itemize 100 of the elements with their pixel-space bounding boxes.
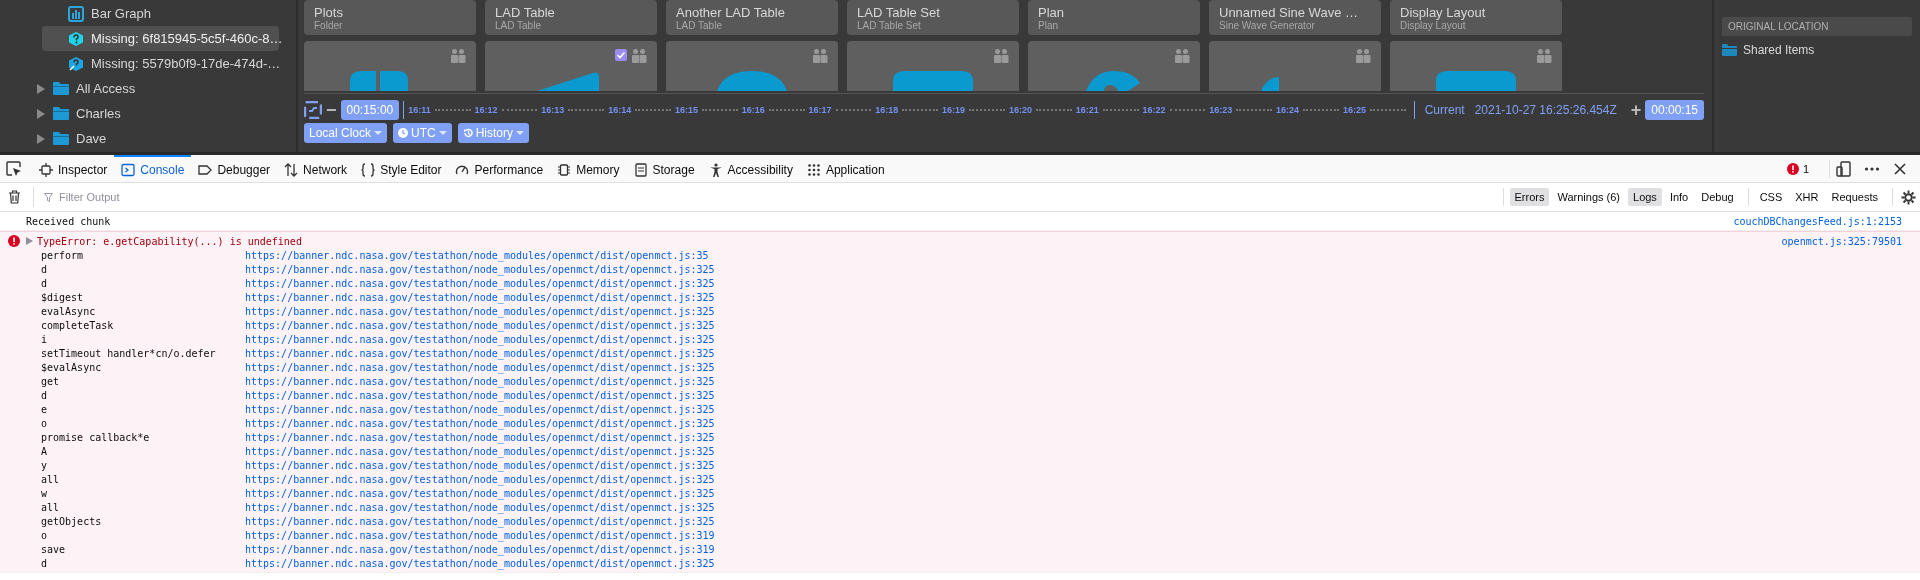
card-type: Folder — [314, 19, 344, 31]
responsive-icon[interactable] — [1836, 160, 1852, 177]
tick-label: 16:24 — [1276, 105, 1300, 115]
stack-link[interactable]: https://banner.ndc.nasa.gov/testathon/node_modules/openmct/dist/openmct.js:325 — [245, 403, 715, 415]
stack-link[interactable]: https://banner.ndc.nasa.gov/testathon/node_modules/openmct/dist/openmct.js:325 — [245, 347, 715, 359]
caret-icon — [516, 130, 525, 136]
location-link[interactable]: Shared Items — [1743, 43, 1815, 57]
filter-toggle[interactable]: Warnings (6) — [1552, 188, 1625, 206]
expand-arrow-icon[interactable] — [36, 83, 46, 94]
stack-link[interactable]: https://banner.ndc.nasa.gov/testathon/node_modules/openmct/dist/openmct.js:325 — [245, 445, 715, 457]
thumbnail-card[interactable] — [847, 41, 1019, 91]
card-title: LAD Table — [495, 4, 556, 20]
expand-arrow-icon[interactable] — [36, 133, 46, 144]
object-type-icon — [717, 71, 787, 91]
stack-link[interactable]: https://banner.ndc.nasa.gov/testathon/node_modules/openmct/dist/openmct.js:325 — [245, 333, 715, 345]
thumbnail-card[interactable] — [666, 41, 838, 91]
filter-toggle[interactable]: Debug — [1696, 188, 1739, 206]
stack-link[interactable]: https://banner.ndc.nasa.gov/testathon/node_modules/openmct/dist/openmct.js:325 — [245, 459, 715, 471]
folder-icon — [1722, 44, 1737, 56]
object-card[interactable]: Another LAD Table LAD Table — [666, 0, 838, 35]
stack-link[interactable]: https://banner.ndc.nasa.gov/testathon/node_modules/openmct/dist/openmct.js:319 — [245, 543, 715, 555]
stack-link[interactable]: https://banner.ndc.nasa.gov/testathon/node_modules/openmct/dist/openmct.js:325 — [245, 557, 715, 569]
people-icon — [1174, 49, 1190, 63]
expand-arrow-icon[interactable] — [26, 237, 33, 245]
function-name: e — [41, 403, 49, 415]
stack-link[interactable]: https://banner.ndc.nasa.gov/testathon/node_modules/openmct/dist/openmct.js:325 — [245, 361, 715, 373]
filter-toggle[interactable]: Errors — [1509, 188, 1550, 206]
thumbnail-card[interactable] — [304, 41, 476, 91]
stack-link[interactable]: https://banner.ndc.nasa.gov/testathon/node_modules/openmct/dist/openmct.js:325 — [245, 375, 715, 387]
stack-link[interactable]: https://banner.ndc.nasa.gov/testathon/node_modules/openmct/dist/openmct.js:325 — [245, 473, 715, 485]
filter-toggle[interactable]: Requests — [1826, 188, 1883, 206]
devtools-tab[interactable]: Inspector — [32, 155, 115, 182]
stack-link[interactable]: https://banner.ndc.nasa.gov/testathon/node_modules/openmct/dist/openmct.js:325 — [245, 515, 715, 527]
stack-link[interactable]: https://banner.ndc.nasa.gov/testathon/node_modules/openmct/dist/openmct.js:325 — [245, 431, 715, 443]
object-card[interactable]: Display Layout Display Layout — [1390, 0, 1562, 35]
devtools-tab[interactable]: Style Editor — [354, 155, 449, 182]
checkbox-icon[interactable] — [615, 49, 627, 61]
tick-label: 16:16 — [741, 105, 765, 115]
stack-link[interactable]: https://banner.ndc.nasa.gov/testathon/node_modules/openmct/dist/openmct.js:325 — [245, 263, 715, 275]
devtools-tab[interactable]: Memory — [550, 155, 627, 182]
object-card[interactable]: Plan Plan — [1028, 0, 1200, 35]
close-icon[interactable] — [1892, 160, 1908, 177]
stack-link[interactable]: https://banner.ndc.nasa.gov/testathon/node_modules/openmct/dist/openmct.js:319 — [245, 529, 715, 541]
grid-icon — [806, 162, 821, 177]
function-name: evalAsync — [41, 305, 97, 317]
source-link[interactable]: couchDBChangesFeed.js:1:2153 — [1733, 215, 1902, 227]
object-card[interactable]: Unnamed Sine Wave … Sine Wave Generator — [1209, 0, 1381, 35]
trash-icon[interactable] — [8, 190, 21, 204]
expand-arrow-icon[interactable] — [36, 108, 46, 119]
section-header: ORIGINAL LOCATION — [1722, 17, 1912, 36]
tree-item[interactable]: Charles — [0, 101, 296, 126]
error-count[interactable]: 1 — [1802, 162, 1809, 175]
card-title: Plots — [314, 4, 344, 20]
filter-toggle[interactable]: XHR — [1790, 188, 1824, 206]
devtools-tab[interactable]: Accessibility — [701, 155, 800, 182]
time-mode-icon[interactable] — [304, 101, 322, 119]
function-name: d — [41, 389, 49, 401]
thumbnail-card[interactable] — [1209, 41, 1381, 91]
filter-field[interactable]: Filter Output — [57, 190, 361, 204]
stack-link[interactable]: https://banner.ndc.nasa.gov/testathon/node_modules/openmct/dist/openmct.js:325 — [245, 277, 715, 289]
source-link[interactable]: openmct.js:325:79501 — [1781, 235, 1902, 247]
thumbnail-card[interactable] — [485, 41, 657, 91]
function-name: promise callback*e — [41, 431, 151, 443]
bar-chart-icon — [68, 5, 84, 22]
filter-toggle[interactable]: Logs — [1628, 188, 1662, 206]
stack-link[interactable]: https://banner.ndc.nasa.gov/testathon/node_modules/openmct/dist/openmct.js:325 — [245, 291, 715, 303]
thumbnail-card[interactable] — [1390, 41, 1562, 91]
devtools-tab[interactable]: Performance — [448, 155, 551, 182]
devtools-tab[interactable]: Network — [277, 155, 355, 182]
object-card[interactable]: LAD Table LAD Table — [485, 0, 657, 35]
filter-toggle[interactable]: CSS — [1754, 188, 1788, 206]
tree-item[interactable]: Bar Graph — [42, 1, 279, 26]
tree-item[interactable]: Missing: 5579b0f9-17de-474d-… — [42, 51, 279, 76]
tree-item[interactable]: Missing: 6f815945-5c5f-460c-8… — [42, 26, 279, 51]
function-name: $evalAsync — [41, 361, 103, 373]
stack-link[interactable]: https://banner.ndc.nasa.gov/testathon/node_modules/openmct/dist/openmct.js:325 — [245, 487, 715, 499]
tree-item[interactable]: All Access — [0, 76, 296, 101]
object-card[interactable]: LAD Table Set LAD Table Set — [847, 0, 1019, 35]
object-card[interactable]: Plots Folder — [304, 0, 476, 35]
stack-link[interactable]: https://banner.ndc.nasa.gov/testathon/node_modules/openmct/dist/openmct.js:35 — [245, 249, 709, 261]
stack-link[interactable]: https://banner.ndc.nasa.gov/testathon/node_modules/openmct/dist/openmct.js:325 — [245, 417, 715, 429]
function-name: perform — [41, 249, 85, 261]
filter-toggle[interactable]: Info — [1664, 188, 1694, 206]
tree-item[interactable]: Dave — [0, 126, 296, 151]
people-icon — [1355, 49, 1371, 63]
arrows-icon — [284, 162, 299, 177]
stack-link[interactable]: https://banner.ndc.nasa.gov/testathon/node_modules/openmct/dist/openmct.js:325 — [245, 389, 715, 401]
stack-link[interactable]: https://banner.ndc.nasa.gov/testathon/node_modules/openmct/dist/openmct.js:325 — [245, 501, 715, 513]
element-picker-icon[interactable] — [6, 160, 22, 177]
plus-sign: + — [1630, 101, 1642, 119]
devtools-tab[interactable]: Storage — [626, 155, 702, 182]
devtools-tab[interactable]: Debugger — [191, 155, 278, 182]
function-name: setTimeout handler*cn/o.defer — [41, 347, 217, 359]
card-type: LAD Table — [495, 19, 542, 31]
stack-link[interactable]: https://banner.ndc.nasa.gov/testathon/node_modules/openmct/dist/openmct.js:325 — [245, 319, 715, 331]
devtools-tab[interactable]: Application — [799, 155, 892, 182]
thumbnail-card[interactable] — [1028, 41, 1200, 91]
settings-icon[interactable] — [1901, 189, 1916, 205]
function-name: save — [41, 543, 67, 555]
stack-link[interactable]: https://banner.ndc.nasa.gov/testathon/node_modules/openmct/dist/openmct.js:325 — [245, 305, 715, 317]
